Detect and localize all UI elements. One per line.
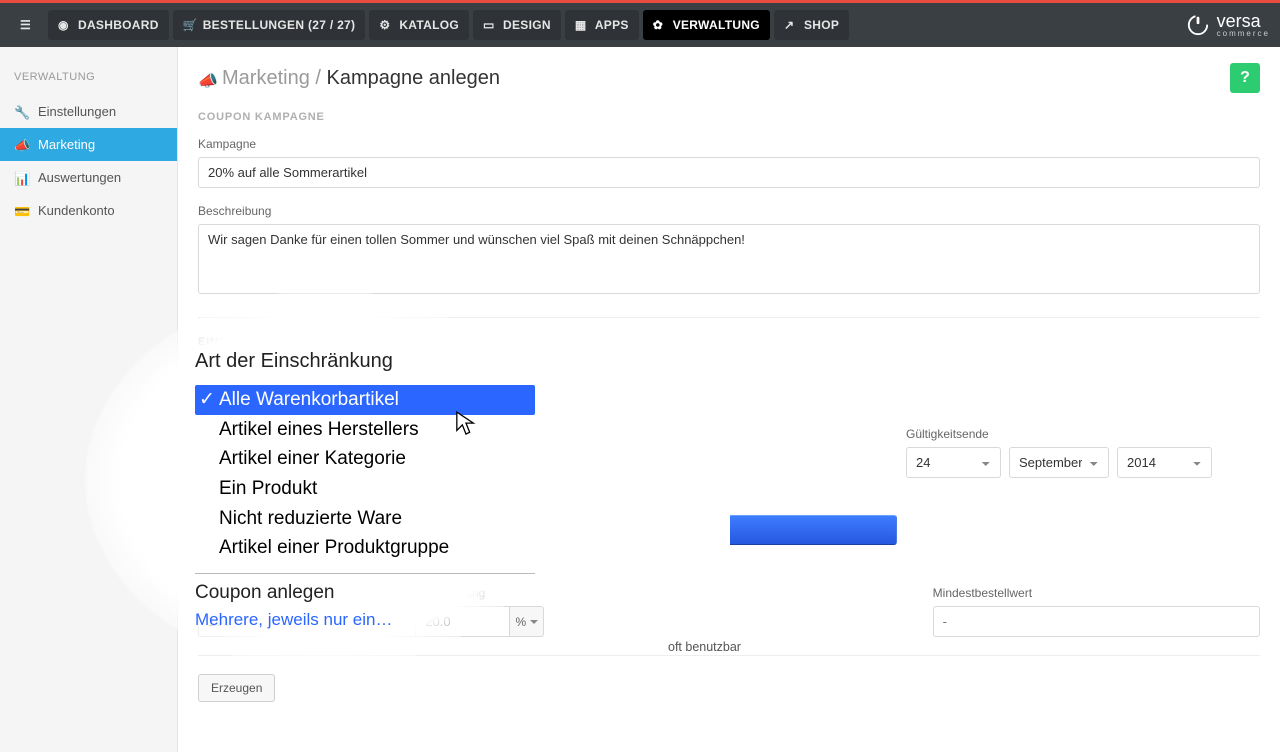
- card-icon: 💳: [14, 204, 28, 218]
- sidebar-item-label: Auswertungen: [38, 170, 121, 185]
- sidebar-item-settings[interactable]: 🔧 Einstellungen: [0, 95, 177, 128]
- section-coupon-title: COUPON KAMPAGNE: [198, 111, 1260, 123]
- cursor-icon: [455, 410, 477, 438]
- brand-sub: commerce: [1217, 29, 1270, 38]
- sidebar: VERWALTUNG 🔧 Einstellungen 📣 Marketing 📊 Au…: [0, 47, 178, 752]
- top-nav: ☰ ◉ DASHBOARD 🛒 BESTELLUNGEN (27 / 27) ⚙ KA…: [0, 3, 1280, 47]
- divider: [198, 655, 1260, 656]
- restriction-type-heading: Art der Einschränkung: [195, 350, 535, 373]
- design-icon: ▭: [483, 18, 497, 32]
- sidebar-item-customer[interactable]: 💳 Kundenkonto: [0, 194, 177, 227]
- menu-toggle[interactable]: ☰: [10, 10, 44, 40]
- valid-end-label: Gültigkeitsende: [906, 427, 1212, 441]
- divider: [198, 317, 1260, 318]
- brand-name: versa: [1217, 13, 1270, 29]
- valid-end-day-select[interactable]: 24: [906, 447, 1001, 478]
- nav-catalog[interactable]: ⚙ KATALOG: [369, 10, 469, 40]
- description-textarea[interactable]: Wir sagen Danke für einen tollen Sommer …: [198, 224, 1260, 294]
- nav-admin[interactable]: ✿ VERWALTUNG: [643, 10, 770, 40]
- dropdown-highlight-strip: [730, 515, 897, 545]
- option-category[interactable]: Artikel einer Kategorie: [195, 444, 535, 474]
- sidebar-item-label: Marketing: [38, 137, 95, 152]
- help-button[interactable]: ?: [1230, 63, 1260, 93]
- catalog-icon: ⚙: [379, 18, 393, 32]
- nav-apps[interactable]: ▦ APPS: [565, 10, 639, 40]
- nav-orders[interactable]: 🛒 BESTELLUNGEN (27 / 27): [173, 10, 366, 40]
- option-single-product[interactable]: Ein Produkt: [195, 474, 535, 504]
- breadcrumb-root[interactable]: Marketing: [222, 67, 310, 89]
- nav-design[interactable]: ▭ DESIGN: [473, 10, 561, 40]
- generate-button[interactable]: Erzeugen: [198, 674, 275, 702]
- megaphone-icon: 📣: [198, 71, 212, 85]
- min-order-input[interactable]: [933, 606, 1260, 637]
- brand-logo: versa commerce: [1187, 13, 1270, 38]
- external-icon: ↗: [784, 18, 798, 32]
- campaign-label: Kampagne: [198, 137, 1260, 151]
- description-label: Beschreibung: [198, 204, 1260, 218]
- option-product-group[interactable]: Artikel einer Produktgruppe: [195, 533, 535, 563]
- valid-end-month-select[interactable]: September: [1009, 447, 1109, 478]
- nav-catalog-label: KATALOG: [399, 18, 459, 32]
- min-order-label: Mindestbestellwert: [933, 586, 1260, 600]
- option-all-cart-items[interactable]: Alle Warenkorbartikel: [195, 385, 535, 415]
- coupon-multiple-fragment: Mehrere, jeweils nur ein…: [195, 610, 535, 630]
- breadcrumb-leaf: Kampagne anlegen: [326, 67, 499, 89]
- nav-shop-label: SHOP: [804, 18, 839, 32]
- nav-apps-label: APPS: [595, 18, 629, 32]
- apps-icon: ▦: [575, 18, 589, 32]
- help-icon: ?: [1240, 69, 1250, 87]
- restriction-type-listbox[interactable]: Alle Warenkorbartikel Artikel eines Hers…: [195, 385, 535, 563]
- nav-dashboard-label: DASHBOARD: [78, 18, 159, 32]
- nav-dashboard[interactable]: ◉ DASHBOARD: [48, 10, 169, 40]
- megaphone-icon: 📣: [14, 138, 28, 152]
- nav-admin-label: VERWALTUNG: [673, 18, 760, 32]
- coupon-create-heading: Coupon anlegen: [195, 582, 535, 604]
- nav-design-label: DESIGN: [503, 18, 551, 32]
- hamburger-icon: ☰: [20, 18, 34, 32]
- option-non-reduced[interactable]: Nicht reduzierte Ware: [195, 504, 535, 534]
- sidebar-item-label: Kundenkonto: [38, 203, 115, 218]
- breadcrumb: Marketing / Kampagne anlegen: [222, 67, 500, 90]
- brand-mark-icon: [1187, 14, 1209, 36]
- nav-orders-label: BESTELLUNGEN (27 / 27): [203, 18, 356, 32]
- sidebar-item-label: Einstellungen: [38, 104, 116, 119]
- chart-icon: 📊: [14, 171, 28, 185]
- section-restrictions-title: EINSCHRÄNKUNGEN: [198, 336, 1260, 348]
- option-manufacturer[interactable]: Artikel eines Herstellers: [195, 415, 535, 445]
- fragment-text: oft benutzbar: [668, 640, 741, 654]
- divider: [195, 573, 535, 574]
- dashboard-icon: ◉: [58, 18, 72, 32]
- gear-icon: ✿: [653, 18, 667, 32]
- sidebar-item-reports[interactable]: 📊 Auswertungen: [0, 161, 177, 194]
- valid-end-year-select[interactable]: 2014: [1117, 447, 1212, 478]
- sidebar-item-marketing[interactable]: 📣 Marketing: [0, 128, 177, 161]
- sidebar-title: VERWALTUNG: [0, 61, 177, 95]
- campaign-input[interactable]: [198, 157, 1260, 188]
- wrench-icon: 🔧: [14, 105, 28, 119]
- nav-shop[interactable]: ↗ SHOP: [774, 10, 849, 40]
- cart-icon: 🛒: [183, 18, 197, 32]
